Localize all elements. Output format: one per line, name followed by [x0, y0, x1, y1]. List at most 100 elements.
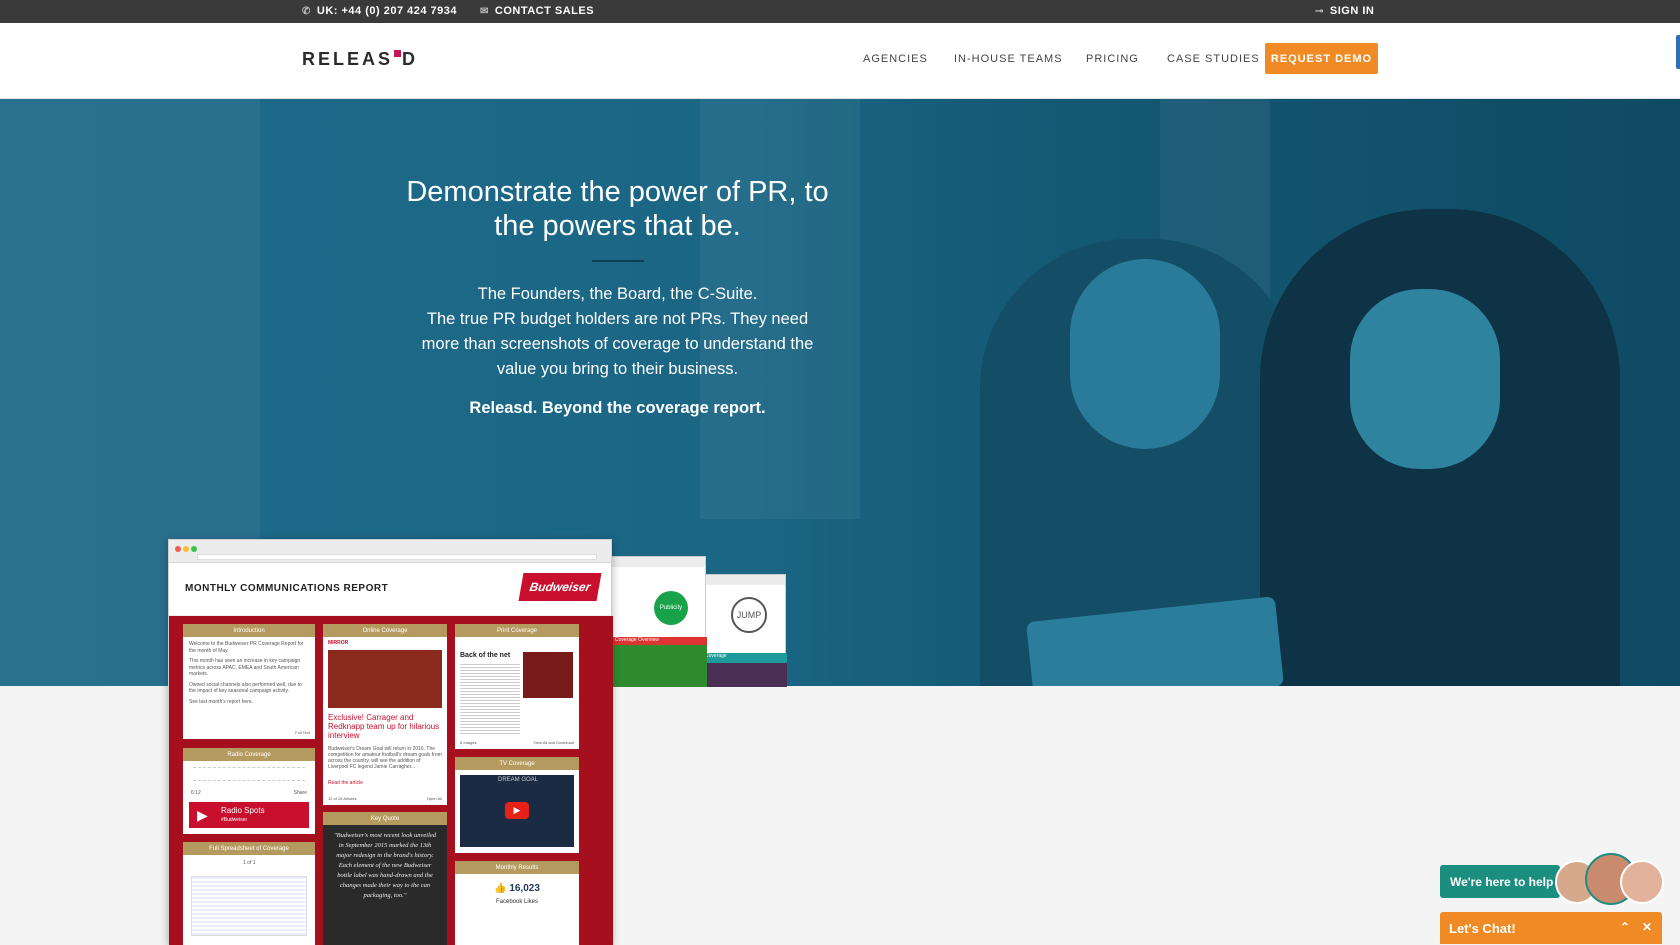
chat-controls: ⌃ ✕: [1620, 920, 1652, 934]
source-label: MIRROR: [328, 640, 349, 646]
mock2-body: Coverage Overview: [611, 637, 707, 687]
address-bar: [197, 554, 597, 560]
card-header: Introduction: [183, 624, 315, 637]
maximize-dot: [191, 546, 197, 552]
edge-tab[interactable]: [1676, 35, 1680, 69]
likes-value: 16,023: [509, 883, 540, 894]
radio-share[interactable]: Share: [294, 790, 307, 796]
nav-agencies[interactable]: AGENCIES: [863, 53, 928, 65]
report-header: MONTHLY COMMUNICATIONS REPORT Budweiser: [169, 563, 611, 616]
radio-card: Radio Coverage 6:12 Share ▶ Radio Spots …: [183, 748, 315, 834]
print-coverage-card: Print Coverage Back of the net 8 Images …: [455, 624, 579, 749]
intro-paragraph: This month has seen an increase in key c…: [189, 658, 301, 677]
mock2-label: Coverage Overview: [611, 637, 707, 645]
print-photo: [523, 652, 573, 698]
publicity-badge: Publicity: [654, 591, 688, 625]
hero-text-line: more than screenshots of coverage to und…: [421, 335, 814, 353]
hero-title-line: the powers that be.: [494, 210, 741, 242]
sign-in-link[interactable]: ⊸ SIGN IN: [1315, 5, 1374, 17]
intro-paragraph: Owned social channels also performed wel…: [189, 681, 302, 695]
close-icon[interactable]: ✕: [1642, 920, 1652, 934]
open-all-link[interactable]: Open All: [427, 796, 442, 801]
phone-number: UK: +44 (0) 207 424 7934: [316, 5, 458, 17]
card-header: Online Coverage: [323, 624, 447, 637]
print-headline: Back of the net: [460, 652, 511, 659]
article-photo: [328, 650, 442, 708]
print-text-preview: [460, 664, 520, 734]
article-text: Budweiser's Dream Goal will return in 20…: [328, 746, 442, 770]
radio-spots-banner[interactable]: ▶ Radio Spots #Budweiser: [189, 802, 309, 828]
hero-description: The Founders, the Board, the C-Suite. Th…: [390, 282, 845, 382]
logo-mark: [394, 50, 402, 57]
article-count: 12 of 26 Articles: [328, 796, 357, 801]
spreadsheet-preview: [191, 876, 307, 936]
likes-count: 👍 16,023: [455, 883, 579, 894]
sign-in-label: SIGN IN: [1329, 5, 1375, 17]
logo-text: RELEAS: [302, 49, 394, 69]
intro-paragraph: See last month's report here.: [189, 698, 254, 705]
woman-photo: [1260, 209, 1620, 686]
help-pill[interactable]: We're here to help: [1440, 865, 1560, 898]
card-header: Monthly Results: [455, 861, 579, 874]
phone-contact[interactable]: ✆ UK: +44 (0) 207 424 7934: [302, 5, 457, 17]
report-preview: MONTHLY COMMUNICATIONS REPORT Budweiser …: [168, 539, 613, 945]
report-preview-jump: JUMP Coverage: [700, 574, 787, 687]
jump-logo: JUMP: [731, 597, 767, 633]
chat-bar[interactable]: Let's Chat! ⌃ ✕: [1440, 912, 1662, 944]
budweiser-logo: Budweiser: [518, 573, 602, 601]
releasd-logo[interactable]: RELEAS D: [302, 49, 418, 70]
main-navigation: RELEAS D AGENCIES IN-HOUSE TEAMS PRICING …: [0, 23, 1680, 99]
radio-spots-label: Radio Spots: [221, 806, 265, 815]
print-count: 8 Images: [460, 740, 477, 745]
report-preview-publicity: Publicity Coverage Overview: [610, 556, 707, 687]
chevron-up-icon[interactable]: ⌃: [1620, 920, 1630, 934]
hero-text-line: The Founders, the Board, the C-Suite.: [477, 285, 758, 303]
tv-coverage-card: TV Coverage DREAM GOAL ▶: [455, 757, 579, 853]
card-header: TV Coverage: [455, 757, 579, 770]
article-headline[interactable]: Exclusive! Carrager and Redknapp team up…: [328, 713, 442, 740]
nav-case-studies[interactable]: CASE STUDIES: [1167, 53, 1260, 65]
radio-time: 6:12: [191, 790, 201, 796]
intro-card: Introduction Welcome to the Budweiser PR…: [183, 624, 315, 739]
browser-bar: [169, 540, 611, 563]
card-header: Full Spreadsheet of Coverage: [183, 842, 315, 855]
print-view-link[interactable]: View All and Download: [533, 740, 574, 745]
online-coverage-card: Online Coverage MIRROR Exclusive! Carrag…: [323, 624, 447, 805]
chat-cta: Let's Chat!: [1449, 920, 1516, 936]
report-body: Introduction Welcome to the Budweiser PR…: [169, 616, 613, 945]
key-quote-text: "Budweiser's most recent look unveiled i…: [333, 832, 437, 899]
request-demo-button[interactable]: REQUEST DEMO: [1265, 43, 1378, 74]
minimize-dot: [183, 546, 189, 552]
nav-pricing[interactable]: PRICING: [1086, 53, 1139, 65]
full-text-link[interactable]: Full Text: [295, 730, 310, 735]
mock3-label: Coverage: [701, 653, 787, 663]
hero-title-line: Demonstrate the power of PR, to: [406, 176, 829, 208]
radio-tag: #Budweiser: [221, 817, 248, 823]
nav-in-house-teams[interactable]: IN-HOUSE TEAMS: [954, 53, 1063, 65]
youtube-play-icon[interactable]: ▶: [505, 802, 529, 819]
mail-icon: ✉: [480, 5, 489, 17]
intro-paragraph: Welcome to the Budweiser PR Coverage Rep…: [189, 641, 304, 654]
hero-text-line: The true PR budget holders are not PRs. …: [426, 310, 809, 328]
browser-bar: [611, 557, 705, 567]
monthly-results-card: Monthly Results 👍 16,023 Facebook Likes: [455, 861, 579, 945]
play-icon[interactable]: ▶: [197, 807, 208, 824]
hero-text-line: value you bring to their business.: [496, 360, 739, 378]
intro-text: Welcome to the Budweiser PR Coverage Rep…: [183, 637, 315, 709]
hero-tagline: Releasd. Beyond the coverage report.: [469, 399, 766, 417]
woman-face: [1350, 289, 1500, 469]
read-article-link[interactable]: Read the article: [328, 780, 363, 786]
waveform: [193, 767, 305, 781]
tv-banner: DREAM GOAL: [498, 777, 539, 783]
card-header: Radio Coverage: [183, 748, 315, 761]
top-bar: ✆ UK: +44 (0) 207 424 7934 ✉ CONTACT SAL…: [0, 0, 1680, 23]
tv-video[interactable]: DREAM GOAL ▶: [460, 775, 574, 847]
key-quote-card: Key Quote "Budweiser's most recent look …: [323, 812, 447, 945]
phone-icon: ✆: [302, 5, 311, 17]
report-title: MONTHLY COMMUNICATIONS REPORT: [185, 583, 389, 594]
contact-sales-link[interactable]: ✉ CONTACT SALES: [480, 5, 594, 17]
card-header: Print Coverage: [455, 624, 579, 637]
likes-label: Facebook Likes: [495, 899, 539, 905]
man-face: [1070, 259, 1220, 449]
close-dot: [175, 546, 181, 552]
